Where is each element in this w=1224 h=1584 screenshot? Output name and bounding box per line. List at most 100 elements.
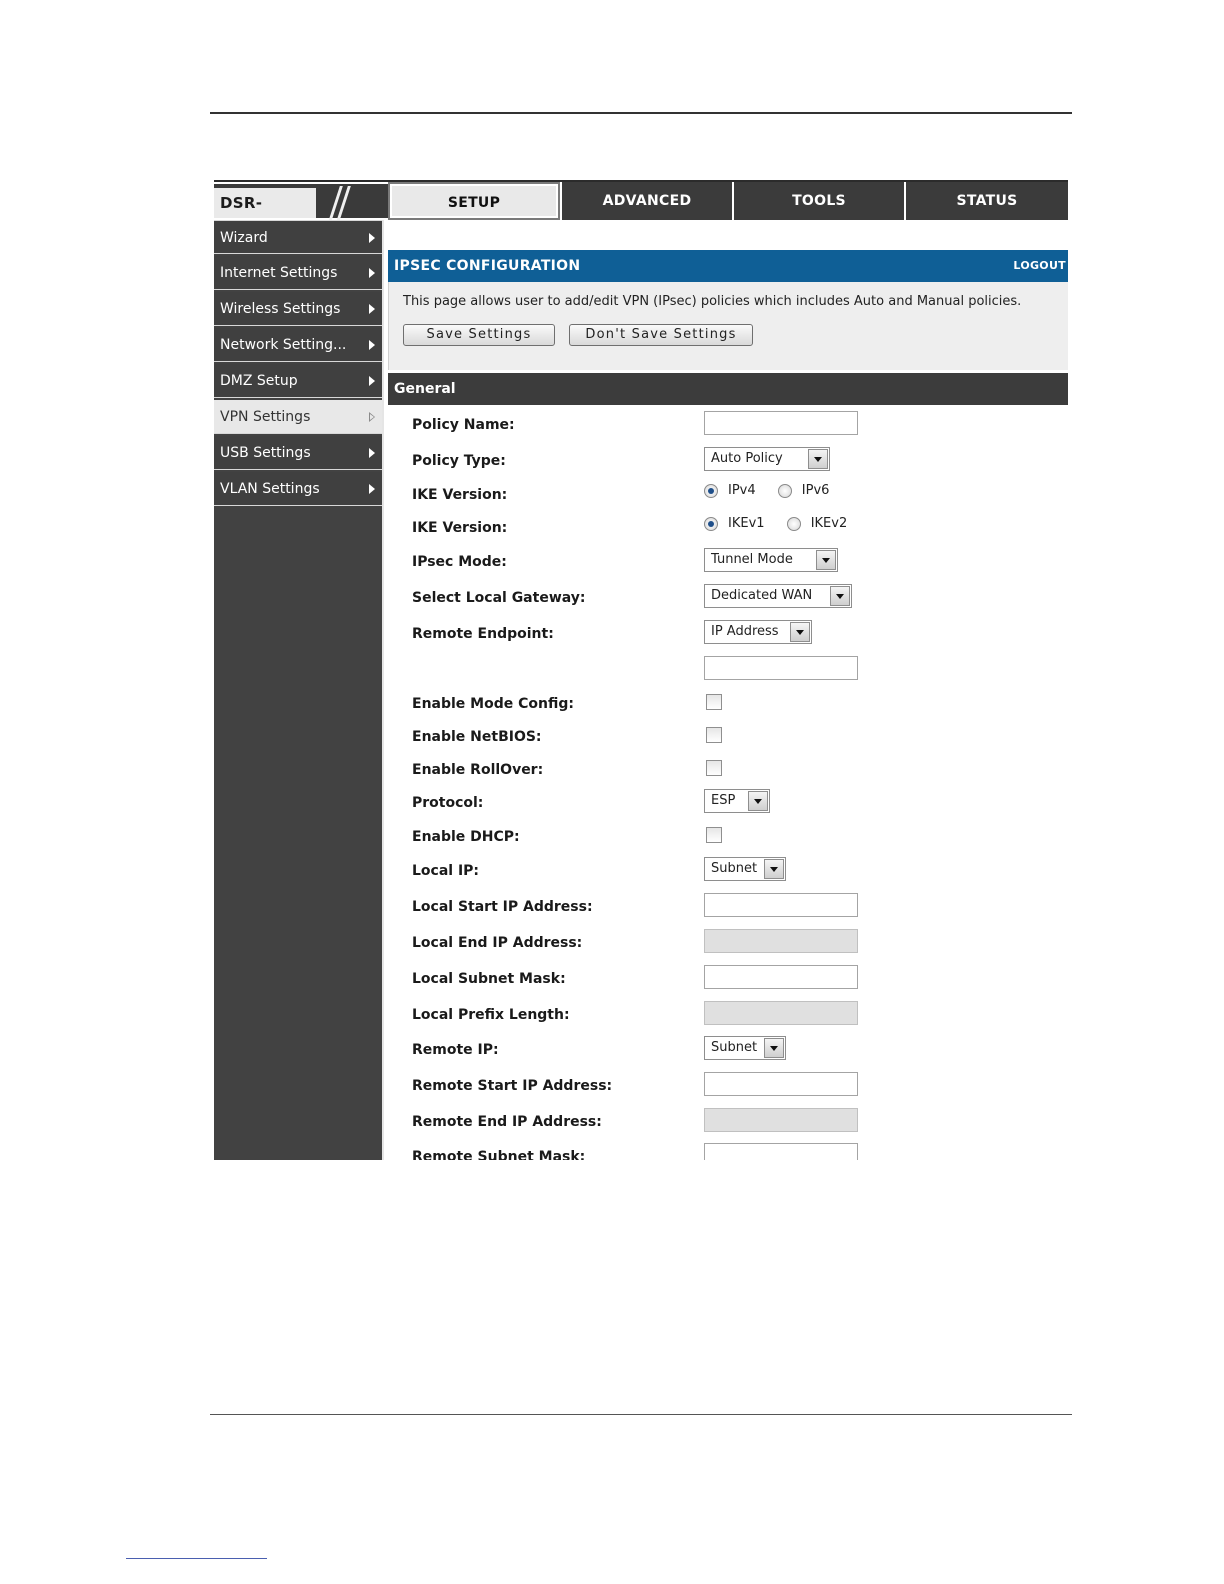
protocol-label: Protocol: (412, 795, 484, 811)
ikev1-label: IKEv1 (728, 516, 765, 531)
remote-subnet-mask-label: Remote Subnet Mask: (412, 1149, 586, 1160)
mode-config-checkbox[interactable] (706, 694, 722, 710)
local-end-ip-label: Local End IP Address: (412, 935, 583, 951)
sidebar-item-vlan-settings[interactable]: VLAN Settings (214, 472, 382, 506)
policy-name-label: Policy Name: (412, 417, 515, 433)
chevron-right-icon (369, 448, 375, 458)
chevron-right-icon (369, 484, 375, 494)
sidebar-item-network-settings[interactable]: Network Setting... (214, 328, 382, 362)
logout-link[interactable]: LOGOUT (1013, 250, 1066, 282)
row-netbios: Enable NetBIOS: (388, 723, 1068, 753)
ipv6-radio[interactable] (777, 483, 792, 498)
ipsec-mode-select[interactable]: Tunnel Mode (704, 548, 838, 572)
row-ike-version: IKE Version: IKEv1 IKEv2 (388, 514, 1068, 544)
local-gateway-value: Dedicated WAN (711, 588, 813, 603)
row-mode-config: Enable Mode Config: (388, 690, 1068, 720)
chevron-down-icon[interactable] (764, 859, 784, 879)
remote-start-ip-input[interactable] (704, 1072, 858, 1096)
tab-advanced[interactable]: ADVANCED (560, 182, 732, 220)
row-local-subnet-mask: Local Subnet Mask: (388, 965, 1068, 995)
remote-ip-select[interactable]: Subnet (704, 1036, 786, 1060)
dhcp-checkbox[interactable] (706, 827, 722, 843)
row-local-ip: Local IP: Subnet (388, 857, 1068, 887)
local-subnet-mask-input[interactable] (704, 965, 858, 989)
chevron-down-icon[interactable] (830, 586, 850, 606)
remote-endpoint-select[interactable]: IP Address (704, 620, 812, 644)
sidebar-item-wireless-settings[interactable]: Wireless Settings (214, 292, 382, 326)
main-tabs: SETUP ADVANCED TOOLS STATUS (388, 182, 1068, 220)
tab-tools[interactable]: TOOLS (732, 182, 904, 220)
row-dhcp: Enable DHCP: (388, 823, 1068, 853)
ipv4-radio[interactable] (704, 483, 718, 498)
dont-save-button[interactable]: Don't Save Settings (569, 324, 753, 346)
sidebar-item-label: Wizard (220, 230, 268, 246)
chevron-down-icon[interactable] (764, 1038, 784, 1058)
ikev2-radio[interactable] (786, 516, 801, 531)
general-form: Policy Name: Policy Type: Auto Policy IK… (388, 405, 1068, 1160)
main-content: IPSEC CONFIGURATION LOGOUT This page all… (388, 250, 1068, 1160)
local-ip-select[interactable]: Subnet (704, 857, 786, 881)
chevron-down-icon[interactable] (790, 622, 810, 642)
policy-type-value: Auto Policy (711, 451, 783, 466)
chevron-right-icon (369, 340, 375, 350)
router-screenshot: DSR-1000N SETUP ADVANCED TOOLS STATUS Wi… (214, 180, 1068, 1160)
row-local-start-ip: Local Start IP Address: (388, 893, 1068, 923)
ikev1-radio[interactable] (704, 516, 718, 531)
tab-status[interactable]: STATUS (904, 182, 1068, 220)
ipsec-mode-value: Tunnel Mode (711, 552, 793, 567)
row-ipsec-mode: IPsec Mode: Tunnel Mode (388, 548, 1068, 578)
local-ip-value: Subnet (711, 861, 758, 876)
remote-end-ip-input[interactable] (704, 1108, 858, 1132)
sidebar-item-wizard[interactable]: Wizard (214, 220, 382, 254)
policy-name-input[interactable] (704, 411, 858, 435)
remote-endpoint-label: Remote Endpoint: (412, 626, 554, 642)
page-title: IPSEC CONFIGURATION (394, 258, 581, 274)
remote-ip-value: Subnet (711, 1040, 758, 1055)
protocol-select[interactable]: ESP (704, 789, 770, 813)
ike-version-ip-label: IKE Version: (412, 487, 508, 503)
ikev2-label: IKEv2 (810, 516, 848, 531)
local-prefix-length-input[interactable] (704, 1001, 858, 1025)
page-footer-rule (210, 1414, 1072, 1415)
sidebar-item-label: USB Settings (220, 445, 311, 461)
ipsec-mode-label: IPsec Mode: (412, 554, 507, 570)
sidebar-item-label: DMZ Setup (220, 373, 298, 389)
rollover-label: Enable RollOver: (412, 762, 544, 778)
row-remote-start-ip: Remote Start IP Address: (388, 1072, 1068, 1102)
rollover-checkbox[interactable] (706, 760, 722, 776)
tab-setup[interactable]: SETUP (388, 182, 560, 220)
local-prefix-length-label: Local Prefix Length: (412, 1007, 570, 1023)
policy-type-label: Policy Type: (412, 453, 506, 469)
local-start-ip-input[interactable] (704, 893, 858, 917)
page-title-bar: IPSEC CONFIGURATION LOGOUT (388, 250, 1068, 282)
footnote-rule (126, 1558, 267, 1559)
ike-version-label: IKE Version: (412, 520, 508, 536)
save-button[interactable]: Save Settings (403, 324, 555, 346)
local-start-ip-label: Local Start IP Address: (412, 899, 593, 915)
sidebar: Wizard Internet Settings Wireless Settin… (214, 220, 384, 1160)
sidebar-item-label: Network Setting... (220, 337, 347, 353)
remote-endpoint-address-input[interactable] (704, 656, 858, 680)
local-subnet-mask-label: Local Subnet Mask: (412, 971, 566, 987)
sidebar-item-dmz-setup[interactable]: DMZ Setup (214, 364, 382, 398)
sidebar-item-label: Internet Settings (220, 265, 338, 281)
local-gateway-label: Select Local Gateway: (412, 590, 586, 606)
sidebar-item-label: VLAN Settings (220, 481, 320, 497)
top-bar: DSR-1000N SETUP ADVANCED TOOLS STATUS (214, 180, 1068, 242)
policy-type-select[interactable]: Auto Policy (704, 447, 830, 471)
section-heading-general: General (388, 373, 1068, 405)
remote-ip-label: Remote IP: (412, 1042, 499, 1058)
chevron-down-icon[interactable] (816, 550, 836, 570)
chevron-down-icon[interactable] (748, 791, 768, 811)
netbios-checkbox[interactable] (706, 727, 722, 743)
sidebar-item-usb-settings[interactable]: USB Settings (214, 436, 382, 470)
local-end-ip-input[interactable] (704, 929, 858, 953)
sidebar-item-vpn-settings[interactable]: VPN Settings (214, 400, 382, 434)
remote-subnet-mask-input[interactable] (704, 1143, 858, 1160)
local-gateway-select[interactable]: Dedicated WAN (704, 584, 852, 608)
row-policy-name: Policy Name: (388, 411, 1068, 441)
mode-config-label: Enable Mode Config: (412, 696, 574, 712)
sidebar-item-internet-settings[interactable]: Internet Settings (214, 256, 382, 290)
chevron-right-icon (369, 304, 375, 314)
chevron-down-icon[interactable] (808, 449, 828, 469)
